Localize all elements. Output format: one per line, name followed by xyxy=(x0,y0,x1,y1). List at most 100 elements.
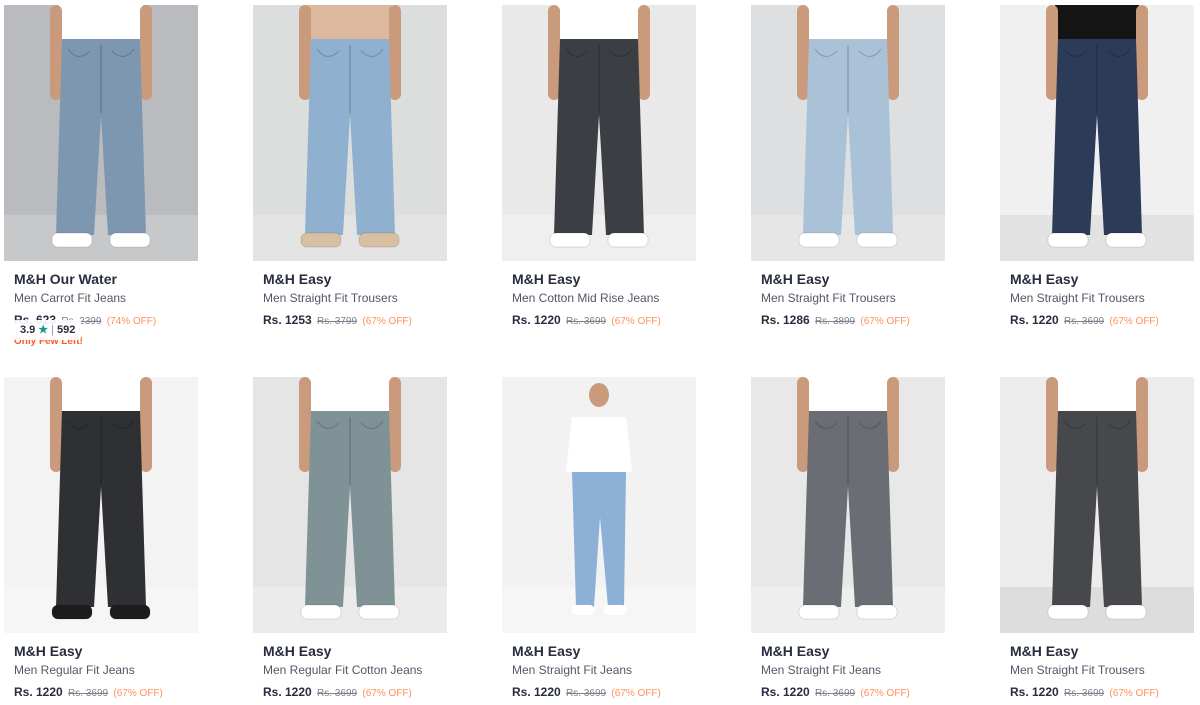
product-photo xyxy=(1000,5,1194,261)
right-arm xyxy=(638,5,650,100)
product-brand: M&H Our Water xyxy=(14,271,117,287)
product-price: Rs. 1220 Rs. 3699 (67% OFF) xyxy=(512,684,696,702)
product-name: Men Straight Fit Trousers xyxy=(1010,291,1145,305)
left-shoe xyxy=(798,232,840,248)
product-card[interactable]: M&H Easy Men Straight Fit Jeans Rs. 1220… xyxy=(751,377,945,702)
product-price: Rs. 1220 Rs. 3699 (67% OFF) xyxy=(1010,684,1194,702)
product-name: Men Carrot Fit Jeans xyxy=(14,291,127,305)
left-arm xyxy=(299,5,311,100)
selling-price: Rs. 1220 xyxy=(512,685,561,699)
left-shoe xyxy=(300,232,342,248)
discount-label: (74% OFF) xyxy=(106,316,157,327)
product-brand: M&H Easy xyxy=(263,643,332,659)
rating-value: 3.9 xyxy=(20,324,36,336)
product-brand: M&H Easy xyxy=(263,271,332,287)
product-price: Rs. 1220 Rs. 3699 (67% OFF) xyxy=(761,684,945,702)
left-shoe xyxy=(51,232,93,248)
original-price: Rs. 3899 xyxy=(815,316,856,327)
product-grid: 3.9 ★ | 592 M&H Our Water Men Carrot Fit… xyxy=(0,0,1200,705)
original-price: Rs. 3699 xyxy=(815,688,856,699)
right-arm xyxy=(389,5,401,100)
product-card[interactable]: M&H Easy Men Regular Fit Cotton Jeans Rs… xyxy=(253,377,447,702)
product-image[interactable] xyxy=(502,377,696,633)
product-name: Men Straight Fit Jeans xyxy=(512,663,633,677)
photo-floor xyxy=(751,587,945,633)
right-shoe xyxy=(604,605,626,615)
product-photo xyxy=(751,377,945,633)
product-name: Men Straight Fit Trousers xyxy=(761,291,896,305)
model-head xyxy=(589,383,609,407)
photo-floor xyxy=(253,587,447,633)
product-card[interactable]: M&H Easy Men Straight Fit Jeans Rs. 1220… xyxy=(502,377,696,702)
photo-floor xyxy=(253,215,447,261)
product-price: Rs. 1286 Rs. 3899 (67% OFF) xyxy=(761,312,945,330)
product-card[interactable]: M&H Easy Men Cotton Mid Rise Jeans Rs. 1… xyxy=(502,5,696,330)
photo-floor xyxy=(751,215,945,261)
original-price: Rs. 3699 xyxy=(566,688,607,699)
product-brand: M&H Easy xyxy=(1010,271,1079,287)
product-image[interactable] xyxy=(4,377,198,633)
discount-label: (67% OFF) xyxy=(362,688,412,699)
left-shoe xyxy=(51,604,93,620)
right-arm xyxy=(1136,5,1148,100)
product-price: Rs. 1220 Rs. 3699 (67% OFF) xyxy=(1010,312,1194,330)
product-name: Men Regular Fit Cotton Jeans xyxy=(263,663,423,677)
photo-floor xyxy=(502,587,696,633)
right-arm xyxy=(1136,377,1148,472)
left-shoe xyxy=(549,232,591,248)
product-image[interactable] xyxy=(1000,377,1194,633)
discount-label: (67% OFF) xyxy=(362,316,412,327)
product-card[interactable]: 3.9 ★ | 592 M&H Our Water Men Carrot Fit… xyxy=(4,5,198,347)
photo-floor xyxy=(4,215,198,261)
product-name: Men Straight Fit Jeans xyxy=(761,663,882,677)
selling-price: Rs. 1220 xyxy=(14,685,63,699)
left-shoe xyxy=(1047,232,1089,248)
left-shoe xyxy=(572,605,594,615)
right-shoe xyxy=(856,604,898,620)
product-card[interactable]: M&H Easy Men Straight Fit Trousers Rs. 1… xyxy=(253,5,447,330)
product-photo xyxy=(502,5,696,261)
product-price: Rs. 1220 Rs. 3699 (67% OFF) xyxy=(263,684,447,702)
selling-price: Rs. 1220 xyxy=(1010,313,1059,327)
product-brand: M&H Easy xyxy=(761,271,830,287)
product-image[interactable] xyxy=(1000,5,1194,261)
left-arm xyxy=(1046,5,1058,100)
selling-price: Rs. 1220 xyxy=(761,685,810,699)
right-shoe xyxy=(109,232,151,248)
original-price: Rs. 3799 xyxy=(317,316,358,327)
product-image[interactable] xyxy=(253,377,447,633)
discount-label: (67% OFF) xyxy=(611,688,661,699)
product-brand: M&H Easy xyxy=(1010,643,1079,659)
product-name: Men Straight Fit Trousers xyxy=(1010,663,1145,677)
left-shoe xyxy=(798,604,840,620)
product-image[interactable] xyxy=(751,5,945,261)
product-card[interactable]: M&H Easy Men Regular Fit Jeans Rs. 1220 … xyxy=(4,377,198,702)
product-photo xyxy=(4,377,198,633)
right-arm xyxy=(887,5,899,100)
product-card[interactable]: M&H Easy Men Straight Fit Trousers Rs. 1… xyxy=(1000,377,1194,702)
product-price: Rs. 1220 Rs. 3699 (67% OFF) xyxy=(14,684,198,702)
original-price: Rs. 3699 xyxy=(317,688,358,699)
original-price: Rs. 3699 xyxy=(566,316,607,327)
discount-label: (67% OFF) xyxy=(860,316,910,327)
discount-label: (67% OFF) xyxy=(860,688,910,699)
product-image[interactable] xyxy=(502,5,696,261)
product-card[interactable]: M&H Easy Men Straight Fit Trousers Rs. 1… xyxy=(751,5,945,330)
product-image[interactable] xyxy=(253,5,447,261)
right-shoe xyxy=(358,232,400,248)
product-image[interactable] xyxy=(4,5,198,261)
right-shoe xyxy=(358,604,400,620)
product-photo xyxy=(1000,377,1194,633)
right-shoe xyxy=(1105,604,1147,620)
selling-price: Rs. 1220 xyxy=(512,313,561,327)
product-card[interactable]: M&H Easy Men Straight Fit Trousers Rs. 1… xyxy=(1000,5,1194,330)
right-arm xyxy=(389,377,401,472)
rating-badge: 3.9 ★ | 592 xyxy=(14,320,82,340)
product-name: Men Cotton Mid Rise Jeans xyxy=(512,291,660,305)
left-arm xyxy=(50,5,62,100)
original-price: Rs. 3699 xyxy=(1064,688,1105,699)
product-brand: M&H Easy xyxy=(14,643,83,659)
product-name: Men Straight Fit Trousers xyxy=(263,291,398,305)
product-image[interactable] xyxy=(751,377,945,633)
product-brand: M&H Easy xyxy=(761,643,830,659)
